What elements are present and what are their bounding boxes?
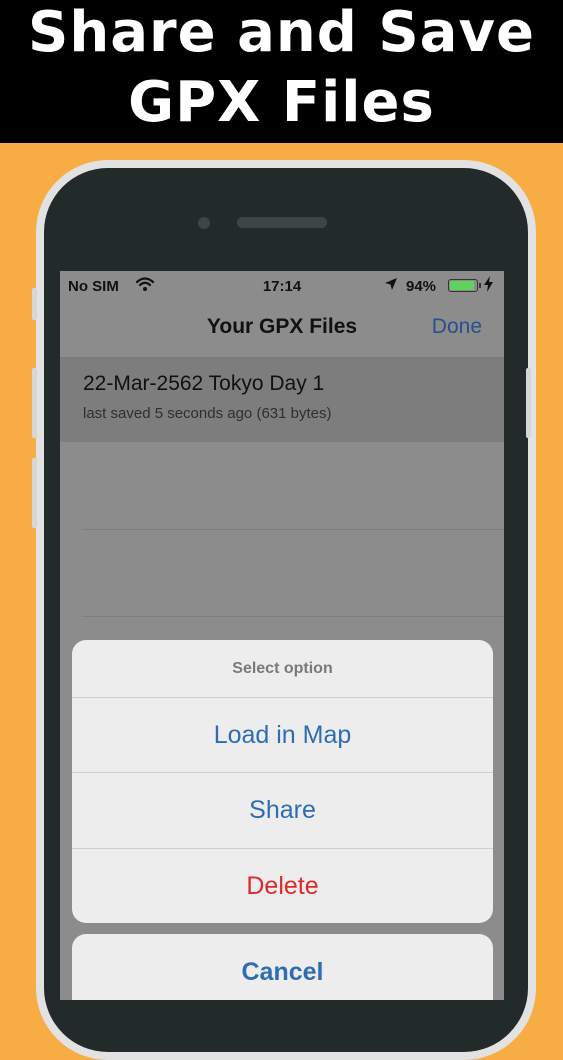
location-arrow-icon: [384, 277, 398, 295]
status-time: 17:14: [262, 278, 302, 295]
file-name: 22-Mar-2562 Tokyo Day 1: [83, 372, 325, 395]
earpiece-speaker: [237, 217, 327, 228]
promo-banner: Share and Save GPX Files: [0, 0, 563, 143]
power-button: [526, 368, 531, 438]
battery-icon: [448, 279, 481, 292]
banner-line-2: GPX Files: [128, 70, 435, 135]
file-list-item[interactable]: 22-Mar-2562 Tokyo Day 1 last saved 5 sec…: [60, 358, 504, 442]
load-in-map-button[interactable]: Load in Map: [72, 697, 493, 772]
share-button[interactable]: Share: [72, 772, 493, 847]
volume-down-button: [32, 458, 37, 528]
action-sheet: Select option Load in Map Share Delete: [72, 640, 493, 923]
action-sheet-title: Select option: [232, 660, 333, 677]
banner-line-1: Share and Save: [28, 0, 535, 65]
front-camera: [198, 217, 210, 229]
file-meta: last saved 5 seconds ago (631 bytes): [83, 405, 332, 422]
done-button[interactable]: Done: [432, 315, 482, 339]
charging-bolt-icon: [484, 276, 493, 296]
phone-screen: No SIM 17:14 94% Your GPX Files Done 22-…: [60, 271, 504, 1000]
status-bar: No SIM 17:14 94%: [60, 271, 504, 301]
navigation-bar: Your GPX Files Done: [60, 301, 504, 357]
volume-up-button: [32, 368, 37, 438]
row-divider: [82, 616, 504, 617]
battery-percentage: 94%: [406, 278, 437, 295]
mute-switch: [32, 288, 37, 320]
delete-button[interactable]: Delete: [72, 848, 493, 923]
row-divider: [82, 529, 504, 530]
cancel-button[interactable]: Cancel: [72, 934, 493, 1000]
